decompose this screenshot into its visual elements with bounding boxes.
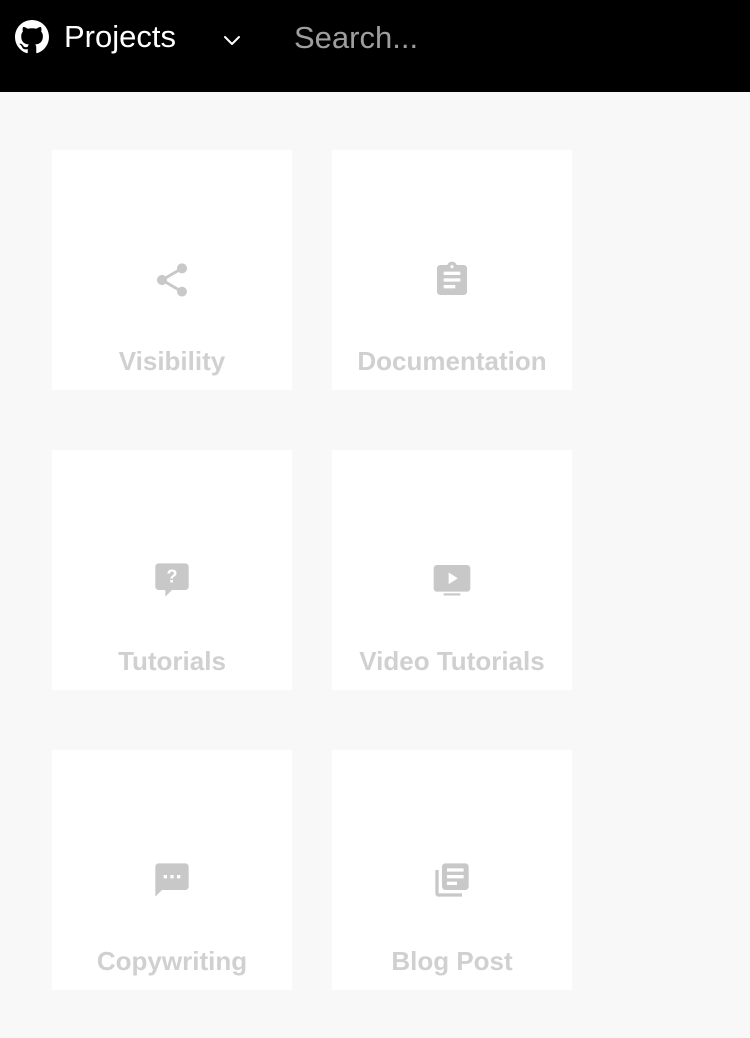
github-icon[interactable] — [15, 20, 49, 54]
chevron-down-icon[interactable] — [220, 28, 244, 52]
card-label: Blog Post — [391, 946, 513, 976]
card-label: Copywriting — [96, 946, 248, 976]
card-visibility[interactable]: Visibility — [52, 150, 292, 390]
card-tutorials[interactable]: ? Tutorials — [52, 450, 292, 690]
card-copywriting[interactable]: Copywriting — [52, 750, 292, 990]
top-bar: Projects — [0, 0, 750, 92]
card-label: Video Tutorials — [359, 646, 545, 676]
clipboard-icon — [432, 260, 472, 300]
card-blog-post[interactable]: Blog Post — [332, 750, 572, 990]
library-books-icon — [432, 860, 472, 900]
card-label: Documentation — [357, 346, 547, 376]
share-icon — [152, 260, 192, 300]
svg-text:?: ? — [166, 566, 177, 587]
card-label: Tutorials — [118, 646, 226, 676]
video-play-icon — [432, 560, 472, 600]
project-selector-label[interactable]: Projects — [64, 18, 176, 56]
card-label: Visibility — [118, 346, 226, 376]
card-video-tutorials[interactable]: Video Tutorials — [332, 450, 572, 690]
search-input[interactable] — [284, 14, 724, 62]
chat-dots-icon — [152, 860, 192, 900]
card-documentation[interactable]: Documentation — [332, 150, 572, 390]
question-chat-icon: ? — [152, 560, 192, 600]
